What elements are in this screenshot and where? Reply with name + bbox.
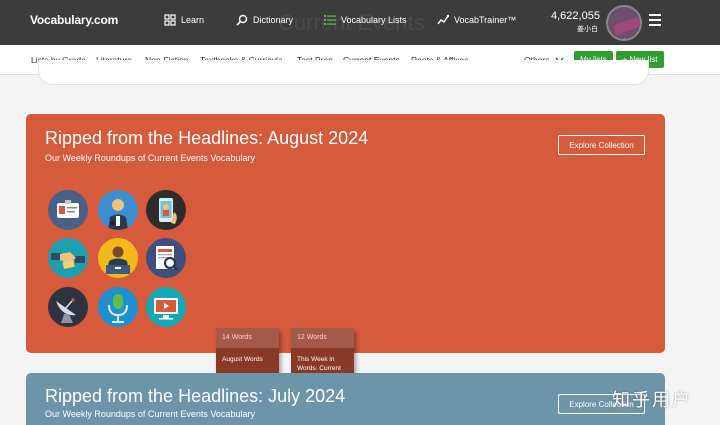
id-badge-icon [48,190,88,230]
news-presenter-icon [98,238,138,278]
word-count: 12 Words [291,328,354,348]
nav-learn[interactable]: Learn [164,14,204,26]
newspaper-search-icon [146,238,186,278]
nav-learn-label: Learn [181,15,205,25]
collection-july-2024: Ripped from the Headlines: July 2024 Our… [26,373,665,425]
grid-icon [164,14,176,26]
nav-dictionary-label: Dictionary [253,15,294,25]
collection-title[interactable]: Ripped from the Headlines: August 2024 [45,128,368,149]
smartphone-selfie-icon [146,190,186,230]
ellipsis-icon: ●●● [618,37,634,41]
collection-title[interactable]: Ripped from the Headlines: July 2024 [45,386,345,407]
site-logo[interactable]: Vocabulary.com [30,13,118,27]
microphone-icon [98,287,138,327]
top-navigation-bar: Current Events Vocabulary.com Learn Dict… [0,0,720,45]
nav-vocabulary-lists-label: Vocabulary Lists [341,15,407,25]
word-list-title: August Words [222,356,263,363]
chart-icon [437,14,449,25]
satellite-dish-icon [48,287,88,327]
username[interactable]: 姜小白 [577,24,598,34]
nav-vocabulary-lists[interactable]: Vocabulary Lists [324,14,407,26]
nav-dictionary[interactable]: Dictionary [236,14,293,26]
nav-vocabtrainer-label: VocabTrainer™ [454,15,517,25]
search-panel-edge [38,60,649,85]
list-icon [324,15,336,25]
nav-vocabtrainer[interactable]: VocabTrainer™ [437,14,516,26]
news-anchor-icon [98,190,138,230]
hamburger-menu-icon[interactable] [649,14,661,26]
word-count: 14 Words [216,328,279,348]
video-player-icon [146,287,186,327]
collection-subtitle: Our Weekly Roundups of Current Events Vo… [45,153,255,163]
collection-august-2024: Ripped from the Headlines: August 2024 O… [26,114,665,424]
search-icon [236,14,248,26]
explore-collection-button[interactable]: Explore Collection [558,135,645,155]
watermark: 知乎用户 [612,390,692,410]
avatar[interactable]: ●●● [606,5,642,41]
collection-subtitle: Our Weekly Roundups of Current Events Vo… [45,409,255,419]
handshake-deal-icon [48,238,88,278]
points-count: 4,622,055 [551,10,600,22]
